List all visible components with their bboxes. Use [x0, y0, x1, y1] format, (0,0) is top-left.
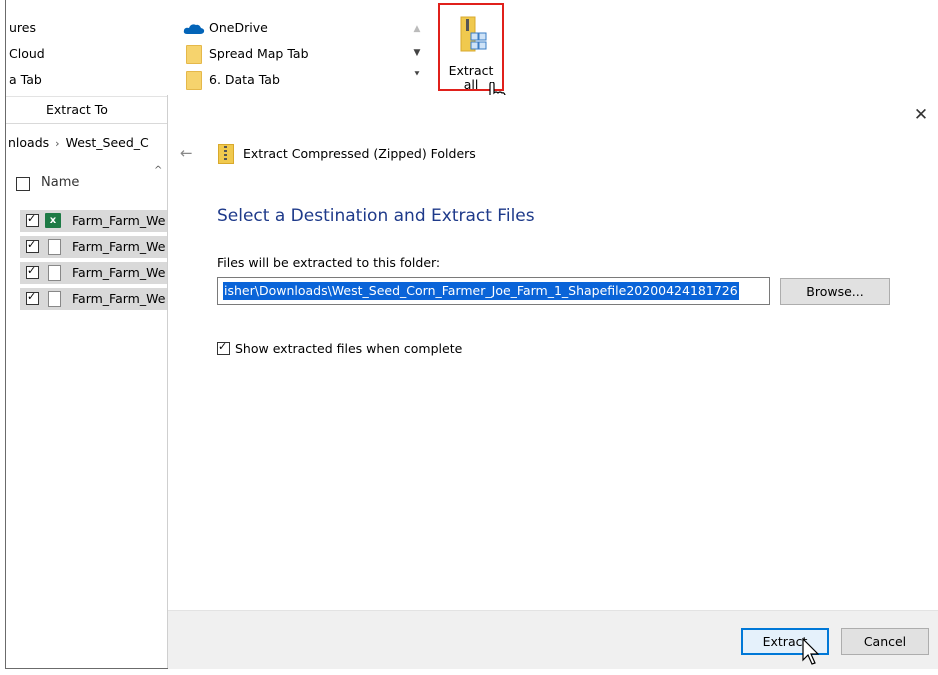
file-name: Farm_Farm_We [72, 291, 166, 306]
zip-folder-icon [218, 144, 234, 164]
dialog-footer: Extract Cancel [168, 610, 938, 669]
breadcrumb-separator-icon: › [55, 137, 60, 150]
back-arrow-icon[interactable]: ← [180, 144, 193, 162]
ribbon-divider [6, 96, 176, 97]
quick-access-item[interactable]: Cloud [9, 46, 45, 61]
breadcrumb-item[interactable]: West_Seed_C [66, 135, 149, 150]
dialog-title: Extract Compressed (Zipped) Folders [243, 146, 476, 161]
browse-button[interactable]: Browse... [780, 278, 890, 305]
folder-icon [186, 45, 202, 64]
ribbon-bottom-border [6, 123, 176, 124]
file-row[interactable]: Farm_Farm_We [20, 236, 180, 258]
select-all-checkbox[interactable] [16, 177, 30, 191]
file-row[interactable]: Farm_Farm_We [20, 288, 180, 310]
destination-path-input[interactable]: isher\Downloads\West_Seed_Corn_Farmer_Jo… [217, 277, 770, 305]
file-name: Farm_Farm_We [72, 239, 166, 254]
breadcrumb[interactable]: nloads › West_Seed_C [8, 135, 149, 150]
file-row-checkbox[interactable] [26, 212, 39, 227]
extract-dialog: ✕ ← Extract Compressed (Zipped) Folders … [167, 95, 938, 669]
file-row-checkbox[interactable] [26, 238, 39, 253]
quick-access-item[interactable]: ures [9, 20, 36, 35]
onedrive-cloud-icon [183, 24, 205, 34]
document-icon [48, 239, 61, 255]
quick-access-onedrive[interactable]: OneDrive [209, 20, 268, 35]
breadcrumb-item[interactable]: nloads [8, 135, 49, 150]
quick-access-spread-map-tab[interactable]: Spread Map Tab [209, 46, 309, 61]
file-row-checkbox[interactable] [26, 290, 39, 305]
gallery-expand-icon[interactable]: ⯆ [412, 70, 422, 80]
close-icon[interactable]: ✕ [911, 105, 931, 125]
show-files-checkbox[interactable] [217, 340, 230, 355]
dialog-heading: Select a Destination and Extract Files [217, 206, 535, 226]
show-files-label: Show extracted files when complete [235, 341, 463, 356]
gallery-scroll-down-icon[interactable]: ▼ [412, 48, 422, 58]
destination-path-text: isher\Downloads\West_Seed_Corn_Farmer_Jo… [223, 282, 739, 300]
quick-access-data-tab[interactable]: 6. Data Tab [209, 72, 280, 87]
document-icon [48, 265, 61, 281]
cancel-button[interactable]: Cancel [841, 628, 929, 655]
file-name: Farm_Farm_We [72, 265, 166, 280]
folder-icon [186, 71, 202, 90]
file-name: Farm_Farm_We [72, 213, 166, 228]
file-row[interactable]: Farm_Farm_We [20, 262, 180, 284]
file-row[interactable]: x Farm_Farm_We [20, 210, 180, 232]
document-icon [48, 291, 61, 307]
quick-access-item[interactable]: a Tab [9, 72, 42, 87]
ribbon-group-label: Extract To [46, 102, 108, 117]
extract-all-button[interactable]: Extract all [438, 3, 504, 92]
gallery-scroll-up-icon[interactable]: ▲ [412, 24, 422, 34]
sort-ascending-icon: ^ [154, 165, 163, 176]
zip-folder-icon [460, 16, 487, 52]
file-row-checkbox[interactable] [26, 264, 39, 279]
name-column-header[interactable]: Name [41, 175, 79, 190]
destination-label: Files will be extracted to this folder: [217, 255, 441, 270]
arrow-cursor-icon [802, 638, 820, 665]
excel-icon: x [45, 213, 61, 228]
